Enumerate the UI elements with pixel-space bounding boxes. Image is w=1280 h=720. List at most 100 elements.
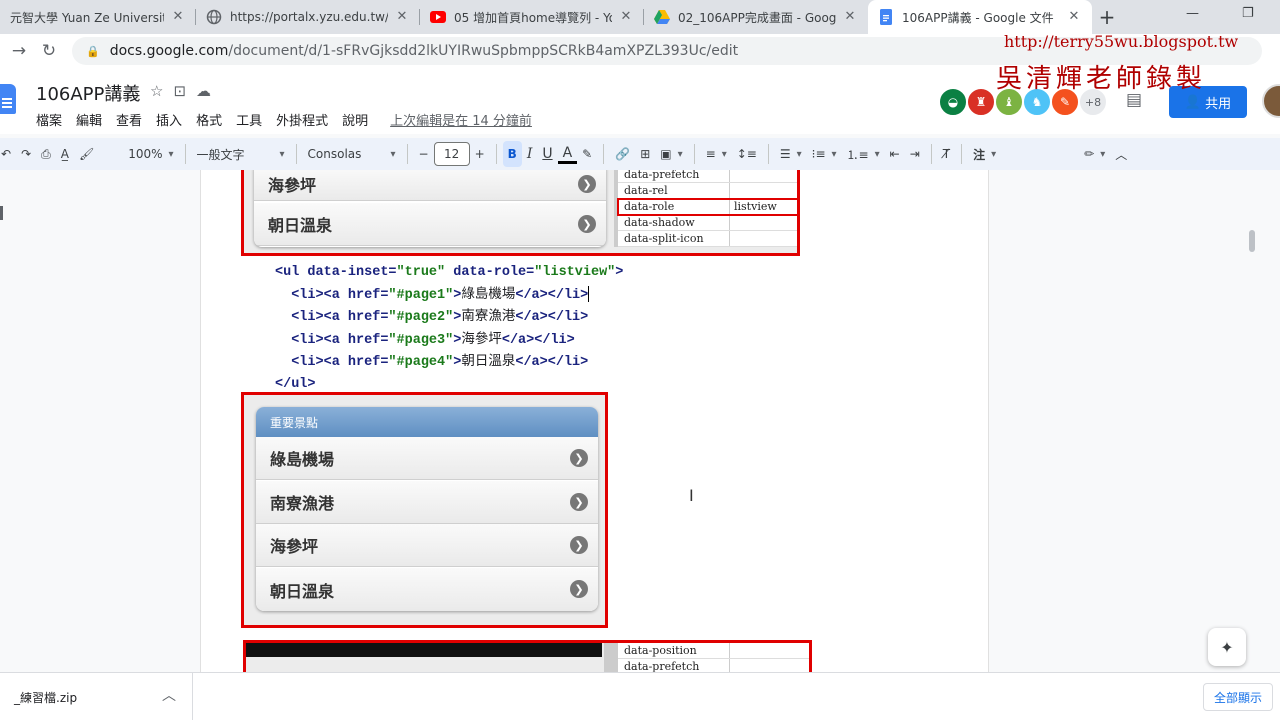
close-icon[interactable]: ✕ (170, 9, 186, 25)
new-tab-button[interactable]: + (1092, 0, 1122, 34)
code-block[interactable]: <ul data-inset="true" data-role="listvie… (275, 262, 623, 395)
spellcheck-icon[interactable]: A̲ (56, 141, 74, 167)
menu-tools[interactable]: 工具 (236, 110, 262, 129)
text-color-button[interactable]: A (557, 144, 578, 164)
google-drive-icon (654, 9, 670, 25)
menu-addons[interactable]: 外掛程式 (276, 110, 328, 129)
scrollbar-thumb[interactable] (1249, 230, 1255, 252)
outline-marker[interactable] (0, 206, 3, 220)
insert-image-icon[interactable]: ▣ (655, 141, 687, 167)
lock-icon: 🔒 (86, 44, 100, 58)
line-spacing-icon[interactable]: ↕≡ (732, 141, 762, 167)
browser-tab-docs[interactable]: 106APP講義 - Google 文件 ✕ (868, 0, 1092, 34)
address-path: /document/d/1-sFRvGjksdd2lkUYIRwuSpbmppS… (228, 43, 739, 59)
bold-button[interactable]: B (502, 141, 522, 167)
add-comment-icon[interactable]: ⊞ (635, 141, 655, 167)
increase-font-size-button[interactable]: + (470, 141, 490, 167)
menu-view[interactable]: 查看 (116, 110, 142, 129)
align-icon[interactable]: ≡ (701, 141, 732, 167)
forward-icon[interactable]: → (4, 36, 34, 66)
list-item-label: 朝日溫泉 (268, 216, 333, 235)
title-actions: ☆ ⊡ ☁ (150, 82, 211, 100)
download-bar: _練習檔.zip ︿ 全部顯示 (0, 672, 1280, 720)
editing-mode-icon[interactable]: ✏ (1079, 141, 1110, 167)
embedded-image-bottom[interactable]: data-position data-prefetch (243, 640, 812, 672)
arrow-right-icon: ❯ (578, 215, 596, 233)
underline-button[interactable]: U (537, 141, 557, 167)
font-select[interactable]: Consolas (303, 141, 401, 167)
close-icon[interactable]: ✕ (618, 9, 634, 25)
checklist-icon[interactable]: ☰ (775, 141, 807, 167)
decrease-indent-icon[interactable]: ⇤ (885, 141, 905, 167)
undo-icon[interactable]: ↶ (0, 141, 16, 167)
format-options-button[interactable]: 注 (968, 141, 1001, 167)
clear-formatting-icon[interactable]: T̸ (938, 141, 955, 167)
youtube-icon (430, 9, 446, 25)
link-icon[interactable]: 🔗 (610, 141, 635, 167)
list-item-label: 南寮漁港 (270, 494, 335, 513)
star-icon[interactable]: ☆ (150, 82, 163, 100)
list-item-label: 海參坪 (270, 537, 319, 556)
embedded-image-top[interactable]: 海參坪 ❯ 朝日溫泉 ❯ data-prefetch data-rel data… (241, 170, 800, 256)
formatting-toolbar: ↶ ↷ ⎙ A̲ 🖌 100% 一般文字 Consolas − 12 + B I… (0, 138, 1280, 170)
text-cursor (588, 285, 590, 302)
google-docs-logo-icon[interactable] (0, 84, 16, 114)
share-label: 共用 (1205, 96, 1232, 112)
cloud-status-icon[interactable]: ☁ (196, 82, 211, 100)
avatar[interactable]: ♜ (966, 87, 996, 117)
list-item: 海參坪 ❯ (256, 524, 598, 567)
explore-icon[interactable]: ✦ (1208, 628, 1246, 666)
document-canvas[interactable]: 海參坪 ❯ 朝日溫泉 ❯ data-prefetch data-rel data… (0, 170, 1280, 672)
menu-file[interactable]: 檔案 (36, 110, 62, 129)
paint-format-icon[interactable]: 🖌 (74, 141, 99, 167)
close-icon[interactable]: ✕ (842, 9, 858, 25)
decrease-font-size-button[interactable]: − (414, 141, 434, 167)
font-size-input[interactable]: 12 (433, 142, 470, 166)
embedded-image-listview[interactable]: 重要景點 綠島機場 ❯ 南寮漁港 ❯ 海參坪 ❯ 朝日溫泉 ❯ (241, 392, 608, 628)
menu-edit[interactable]: 編輯 (76, 110, 102, 129)
tab-label: 05 增加首頁home導覽列 - You (454, 10, 612, 25)
reload-icon[interactable]: ↻ (34, 36, 64, 66)
tab-label: https://portalx.yzu.edu.tw/Po (230, 10, 388, 24)
address-host: docs.google.com (109, 43, 229, 59)
close-icon[interactable]: ✕ (394, 9, 410, 25)
dark-header-bar (246, 643, 602, 657)
italic-button[interactable]: I (522, 141, 538, 167)
bulleted-list-icon[interactable]: ⁝≡ (807, 141, 842, 167)
document-title[interactable]: 106APP講義 (36, 80, 140, 106)
globe-icon (206, 9, 222, 25)
redo-icon[interactable]: ↷ (16, 141, 36, 167)
style-select[interactable]: 一般文字 (192, 141, 290, 167)
show-all-downloads-button[interactable]: 全部顯示 (1203, 683, 1273, 711)
download-file-name[interactable]: _練習檔.zip (14, 689, 77, 706)
print-icon[interactable]: ⎙ (36, 141, 56, 167)
table-row: data-split-icon (618, 231, 797, 247)
minimize-icon[interactable]: — (1186, 6, 1199, 21)
avatar[interactable]: ◒ (938, 87, 968, 117)
table-row: data-prefetch (618, 170, 797, 183)
move-folder-icon[interactable]: ⊡ (173, 82, 186, 100)
list-item: 海參坪 ❯ (254, 170, 606, 201)
browser-tab-youtube[interactable]: 05 增加首頁home導覽列 - You ✕ (420, 0, 644, 34)
menu-help[interactable]: 說明 (342, 110, 368, 129)
increase-indent-icon[interactable]: ⇥ (905, 141, 925, 167)
table-row-highlighted: data-role listview (617, 198, 797, 216)
document-page[interactable]: 海參坪 ❯ 朝日溫泉 ❯ data-prefetch data-rel data… (200, 170, 989, 672)
last-edit-link[interactable]: 上次編輯是在 14 分鐘前 (390, 110, 532, 129)
collapse-toolbar-icon[interactable]: ︿ (1110, 141, 1132, 167)
zoom-select[interactable]: 100% (123, 141, 178, 167)
restore-icon[interactable]: ❐ (1242, 6, 1254, 21)
menu-format[interactable]: 格式 (196, 110, 222, 129)
chevron-up-icon[interactable]: ︿ (162, 685, 176, 705)
numbered-list-icon[interactable]: ⒈≡ (842, 141, 885, 167)
highlight-icon[interactable]: ✎ (577, 141, 597, 167)
menu-insert[interactable]: 插入 (156, 110, 182, 129)
arrow-right-icon: ❯ (570, 449, 588, 467)
watermark-url: http://terry55wu.blogspot.tw (1004, 32, 1239, 51)
listview-preview: 重要景點 綠島機場 ❯ 南寮漁港 ❯ 海參坪 ❯ 朝日溫泉 ❯ (256, 407, 598, 611)
close-icon[interactable]: ✕ (1066, 9, 1082, 25)
browser-tab-drive[interactable]: 02_106APP完成畫面 - Google ✕ (644, 0, 868, 34)
tab-label: 元智大學 Yuan Ze University (10, 10, 164, 25)
browser-tab-portal[interactable]: https://portalx.yzu.edu.tw/Po ✕ (196, 0, 420, 34)
browser-tab-yzu[interactable]: 元智大學 Yuan Ze University ✕ (0, 0, 196, 34)
